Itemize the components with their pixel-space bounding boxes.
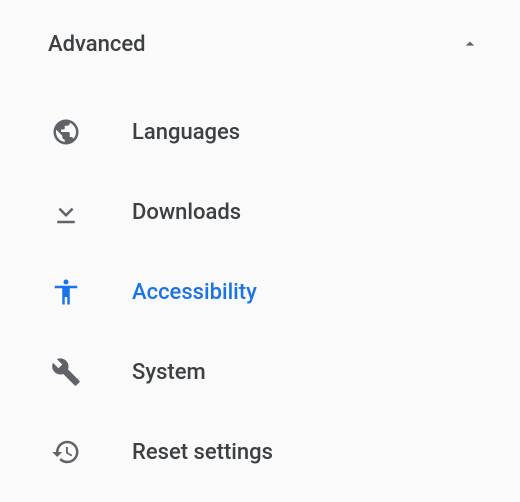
- menu-label-system: System: [132, 360, 206, 385]
- menu-item-accessibility[interactable]: Accessibility: [0, 252, 520, 332]
- section-title: Advanced: [48, 32, 146, 57]
- advanced-section-header[interactable]: Advanced: [0, 22, 520, 66]
- advanced-menu-list: Languages Downloads Accessibility System…: [0, 66, 520, 492]
- menu-label-reset-settings: Reset settings: [132, 440, 273, 465]
- collapse-up-icon: [460, 34, 480, 54]
- menu-item-downloads[interactable]: Downloads: [0, 172, 520, 252]
- download-icon: [50, 196, 82, 228]
- menu-label-downloads: Downloads: [132, 200, 241, 225]
- menu-item-reset-settings[interactable]: Reset settings: [0, 412, 520, 492]
- accessibility-icon: [50, 276, 82, 308]
- menu-label-accessibility: Accessibility: [132, 280, 257, 305]
- menu-label-languages: Languages: [132, 120, 240, 145]
- globe-icon: [50, 116, 82, 148]
- wrench-icon: [50, 356, 82, 388]
- menu-item-system[interactable]: System: [0, 332, 520, 412]
- history-icon: [50, 436, 82, 468]
- menu-item-languages[interactable]: Languages: [0, 92, 520, 172]
